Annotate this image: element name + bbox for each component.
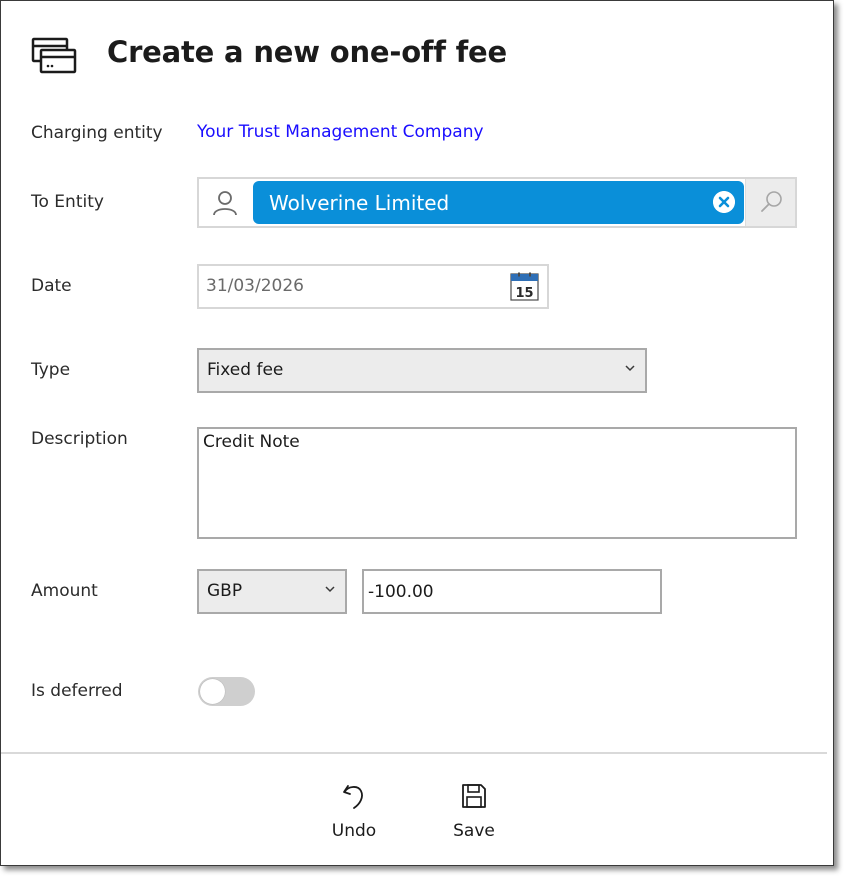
description-value: Credit Note xyxy=(203,432,300,452)
to-entity-picker[interactable]: Wolverine Limited xyxy=(197,177,797,228)
dialog-title: Create a new one-off fee xyxy=(107,35,507,69)
calendar-day: 15 xyxy=(515,286,533,301)
currency-select-value: GBP xyxy=(207,581,243,601)
to-entity-label: To Entity xyxy=(31,192,104,212)
footer-divider xyxy=(1,752,827,754)
selected-entity-name: Wolverine Limited xyxy=(269,191,450,215)
type-label: Type xyxy=(31,360,71,380)
description-label: Description xyxy=(31,429,128,449)
charging-entity-label: Charging entity xyxy=(31,123,163,143)
type-select-value: Fixed fee xyxy=(207,360,284,380)
is-deferred-label: Is deferred xyxy=(31,681,123,701)
date-value: 31/03/2026 xyxy=(206,276,304,296)
undo-button[interactable]: Undo xyxy=(319,781,389,841)
selected-entity-chip[interactable]: Wolverine Limited xyxy=(253,181,744,224)
undo-icon xyxy=(343,785,363,809)
search-icon xyxy=(761,191,782,212)
save-icon xyxy=(462,784,486,808)
undo-label: Undo xyxy=(331,821,377,841)
chevron-down-icon xyxy=(325,586,335,593)
entity-search-button[interactable] xyxy=(745,179,795,226)
amount-input[interactable]: -100.00 xyxy=(362,569,662,614)
toggle-knob xyxy=(200,679,225,704)
currency-select[interactable]: GBP xyxy=(197,569,347,614)
clear-icon[interactable] xyxy=(713,191,735,213)
person-icon xyxy=(213,191,237,216)
charging-entity-link[interactable]: Your Trust Management Company xyxy=(197,122,484,142)
is-deferred-toggle[interactable] xyxy=(198,677,255,706)
type-select[interactable]: Fixed fee xyxy=(197,348,647,393)
create-fee-dialog: Create a new one-off fee Charging entity… xyxy=(0,0,834,866)
date-field[interactable]: 31/03/2026 15 xyxy=(197,264,549,309)
chevron-down-icon xyxy=(625,365,635,372)
save-label: Save xyxy=(453,821,495,841)
save-button[interactable]: Save xyxy=(439,781,509,841)
description-textarea[interactable]: Credit Note xyxy=(197,427,797,539)
amount-label: Amount xyxy=(31,581,98,601)
amount-value: -100.00 xyxy=(368,582,434,602)
card-icon xyxy=(31,37,77,74)
calendar-icon[interactable]: 15 xyxy=(510,272,539,301)
date-label: Date xyxy=(31,276,72,296)
